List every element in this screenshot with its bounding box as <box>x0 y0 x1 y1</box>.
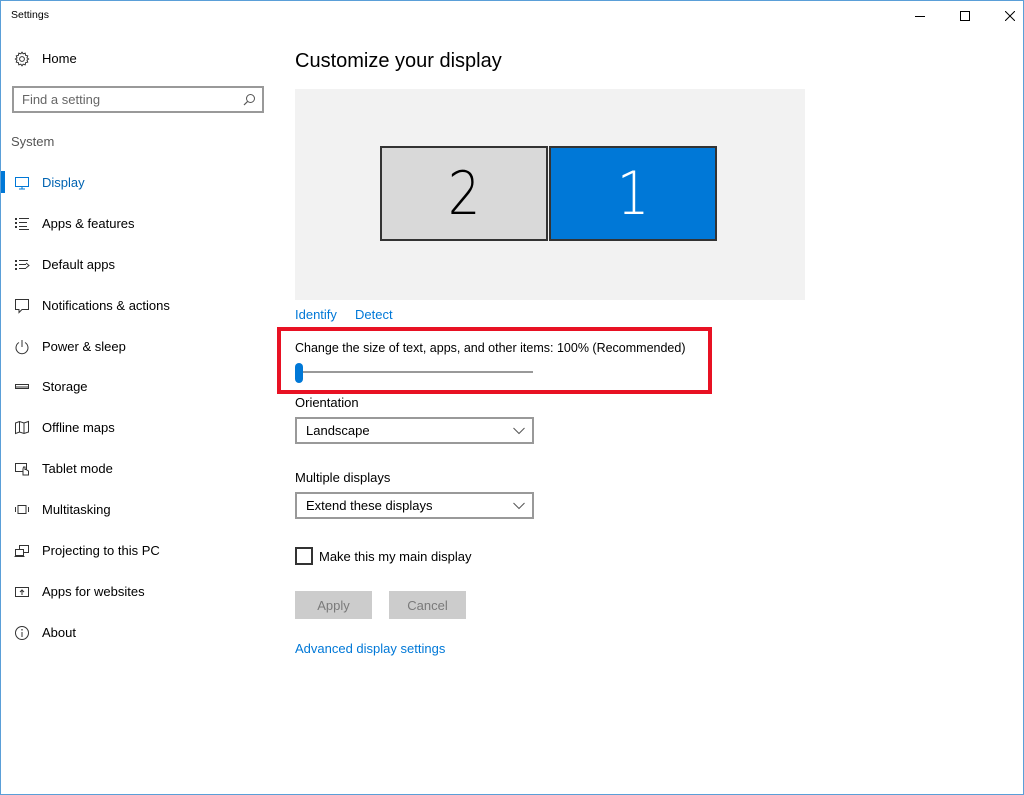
monitor-number: 1 <box>616 158 650 229</box>
gear-icon <box>14 51 30 67</box>
search-box[interactable] <box>12 86 264 113</box>
apply-button[interactable]: Apply <box>295 591 372 619</box>
sidebar-item-label: Display <box>42 175 85 190</box>
sidebar-item-tablet-mode[interactable]: Tablet mode <box>1 453 281 494</box>
detect-link[interactable]: Detect <box>355 307 393 322</box>
sidebar-item-home[interactable]: Home <box>1 47 281 71</box>
chevron-down-icon <box>513 427 525 435</box>
sidebar-item-label: Offline maps <box>42 420 115 436</box>
sidebar-item-multitasking[interactable]: Multitasking <box>1 494 281 535</box>
slider-thumb[interactable] <box>295 363 303 383</box>
sidebar-item-label: Apps for websites <box>42 583 145 599</box>
chevron-down-icon <box>513 502 525 510</box>
sidebar-item-about[interactable]: About <box>1 617 281 658</box>
maximize-button[interactable] <box>942 1 988 31</box>
map-icon <box>15 421 29 435</box>
sidebar-item-label: Apps & features <box>42 215 135 231</box>
power-icon <box>15 339 29 354</box>
tablet-icon <box>15 463 29 476</box>
sidebar-item-label: Projecting to this PC <box>42 543 160 559</box>
main-display-checkbox[interactable] <box>295 547 313 565</box>
advanced-display-settings-link[interactable]: Advanced display settings <box>295 641 445 656</box>
sidebar-item-apps-websites[interactable]: Apps for websites <box>1 576 281 617</box>
multitasking-icon <box>15 505 29 515</box>
window-title: Settings <box>11 9 49 21</box>
sidebar-item-label: Tablet mode <box>42 461 113 477</box>
monitor-number: 2 <box>447 158 481 229</box>
orientation-value: Landscape <box>306 423 370 438</box>
orientation-label: Orientation <box>295 395 359 410</box>
projecting-icon <box>14 545 29 558</box>
sidebar-item-storage[interactable]: Storage <box>1 371 281 412</box>
sidebar-item-notifications[interactable]: Notifications & actions <box>1 290 281 331</box>
close-button[interactable] <box>987 1 1024 31</box>
sidebar-item-apps-features[interactable]: Apps & features <box>1 208 281 249</box>
title-bar[interactable]: Settings <box>1 1 1023 31</box>
sidebar: Home System Display Apps & features Defa… <box>1 31 281 794</box>
main-display-checkbox-label: Make this my main display <box>319 549 472 564</box>
info-icon <box>15 625 29 640</box>
message-icon <box>15 298 29 314</box>
sidebar-item-default-apps[interactable]: Default apps <box>1 249 281 290</box>
multiple-displays-value: Extend these displays <box>306 498 433 513</box>
monitor-2[interactable]: 2 <box>380 146 548 241</box>
main-content: Customize your display 2 1 Identify Dete… <box>277 31 1015 794</box>
sidebar-item-offline-maps[interactable]: Offline maps <box>1 412 281 453</box>
sidebar-item-power-sleep[interactable]: Power & sleep <box>1 331 281 372</box>
sidebar-item-label: Multitasking <box>42 502 111 518</box>
section-label-system: System <box>11 134 55 149</box>
sidebar-nav: Display Apps & features Default apps Not… <box>1 167 281 658</box>
web-apps-icon <box>15 586 29 597</box>
home-label: Home <box>42 51 77 66</box>
minimize-button[interactable] <box>897 1 943 31</box>
monitor-icon <box>15 177 29 190</box>
list-icon <box>15 217 29 230</box>
sidebar-item-label: Storage <box>42 379 88 395</box>
minimize-icon <box>915 16 925 17</box>
sidebar-item-display[interactable]: Display <box>1 167 281 208</box>
sidebar-item-label: Notifications & actions <box>42 297 170 313</box>
sidebar-item-projecting[interactable]: Projecting to this PC <box>1 535 281 576</box>
storage-icon <box>15 384 29 390</box>
sidebar-item-label: Power & sleep <box>42 338 126 354</box>
search-input[interactable] <box>14 88 234 111</box>
orientation-dropdown[interactable]: Landscape <box>295 417 534 444</box>
multiple-displays-label: Multiple displays <box>295 470 391 485</box>
monitor-1[interactable]: 1 <box>549 146 717 241</box>
settings-window: Settings Home System <box>0 0 1024 795</box>
maximize-icon <box>960 11 970 21</box>
search-icon[interactable] <box>243 93 256 106</box>
sidebar-item-label: Default apps <box>42 256 115 272</box>
scale-slider[interactable] <box>295 361 535 383</box>
identify-link[interactable]: Identify <box>295 307 337 322</box>
sidebar-item-label: About <box>42 624 76 640</box>
default-apps-icon <box>15 259 30 270</box>
cancel-button[interactable]: Cancel <box>389 591 466 619</box>
scale-label: Change the size of text, apps, and other… <box>295 341 686 355</box>
slider-track[interactable] <box>297 371 533 373</box>
multiple-displays-dropdown[interactable]: Extend these displays <box>295 492 534 519</box>
display-arrangement: 2 1 <box>295 89 805 300</box>
page-title: Customize your display <box>295 50 502 72</box>
close-icon <box>1005 11 1015 21</box>
